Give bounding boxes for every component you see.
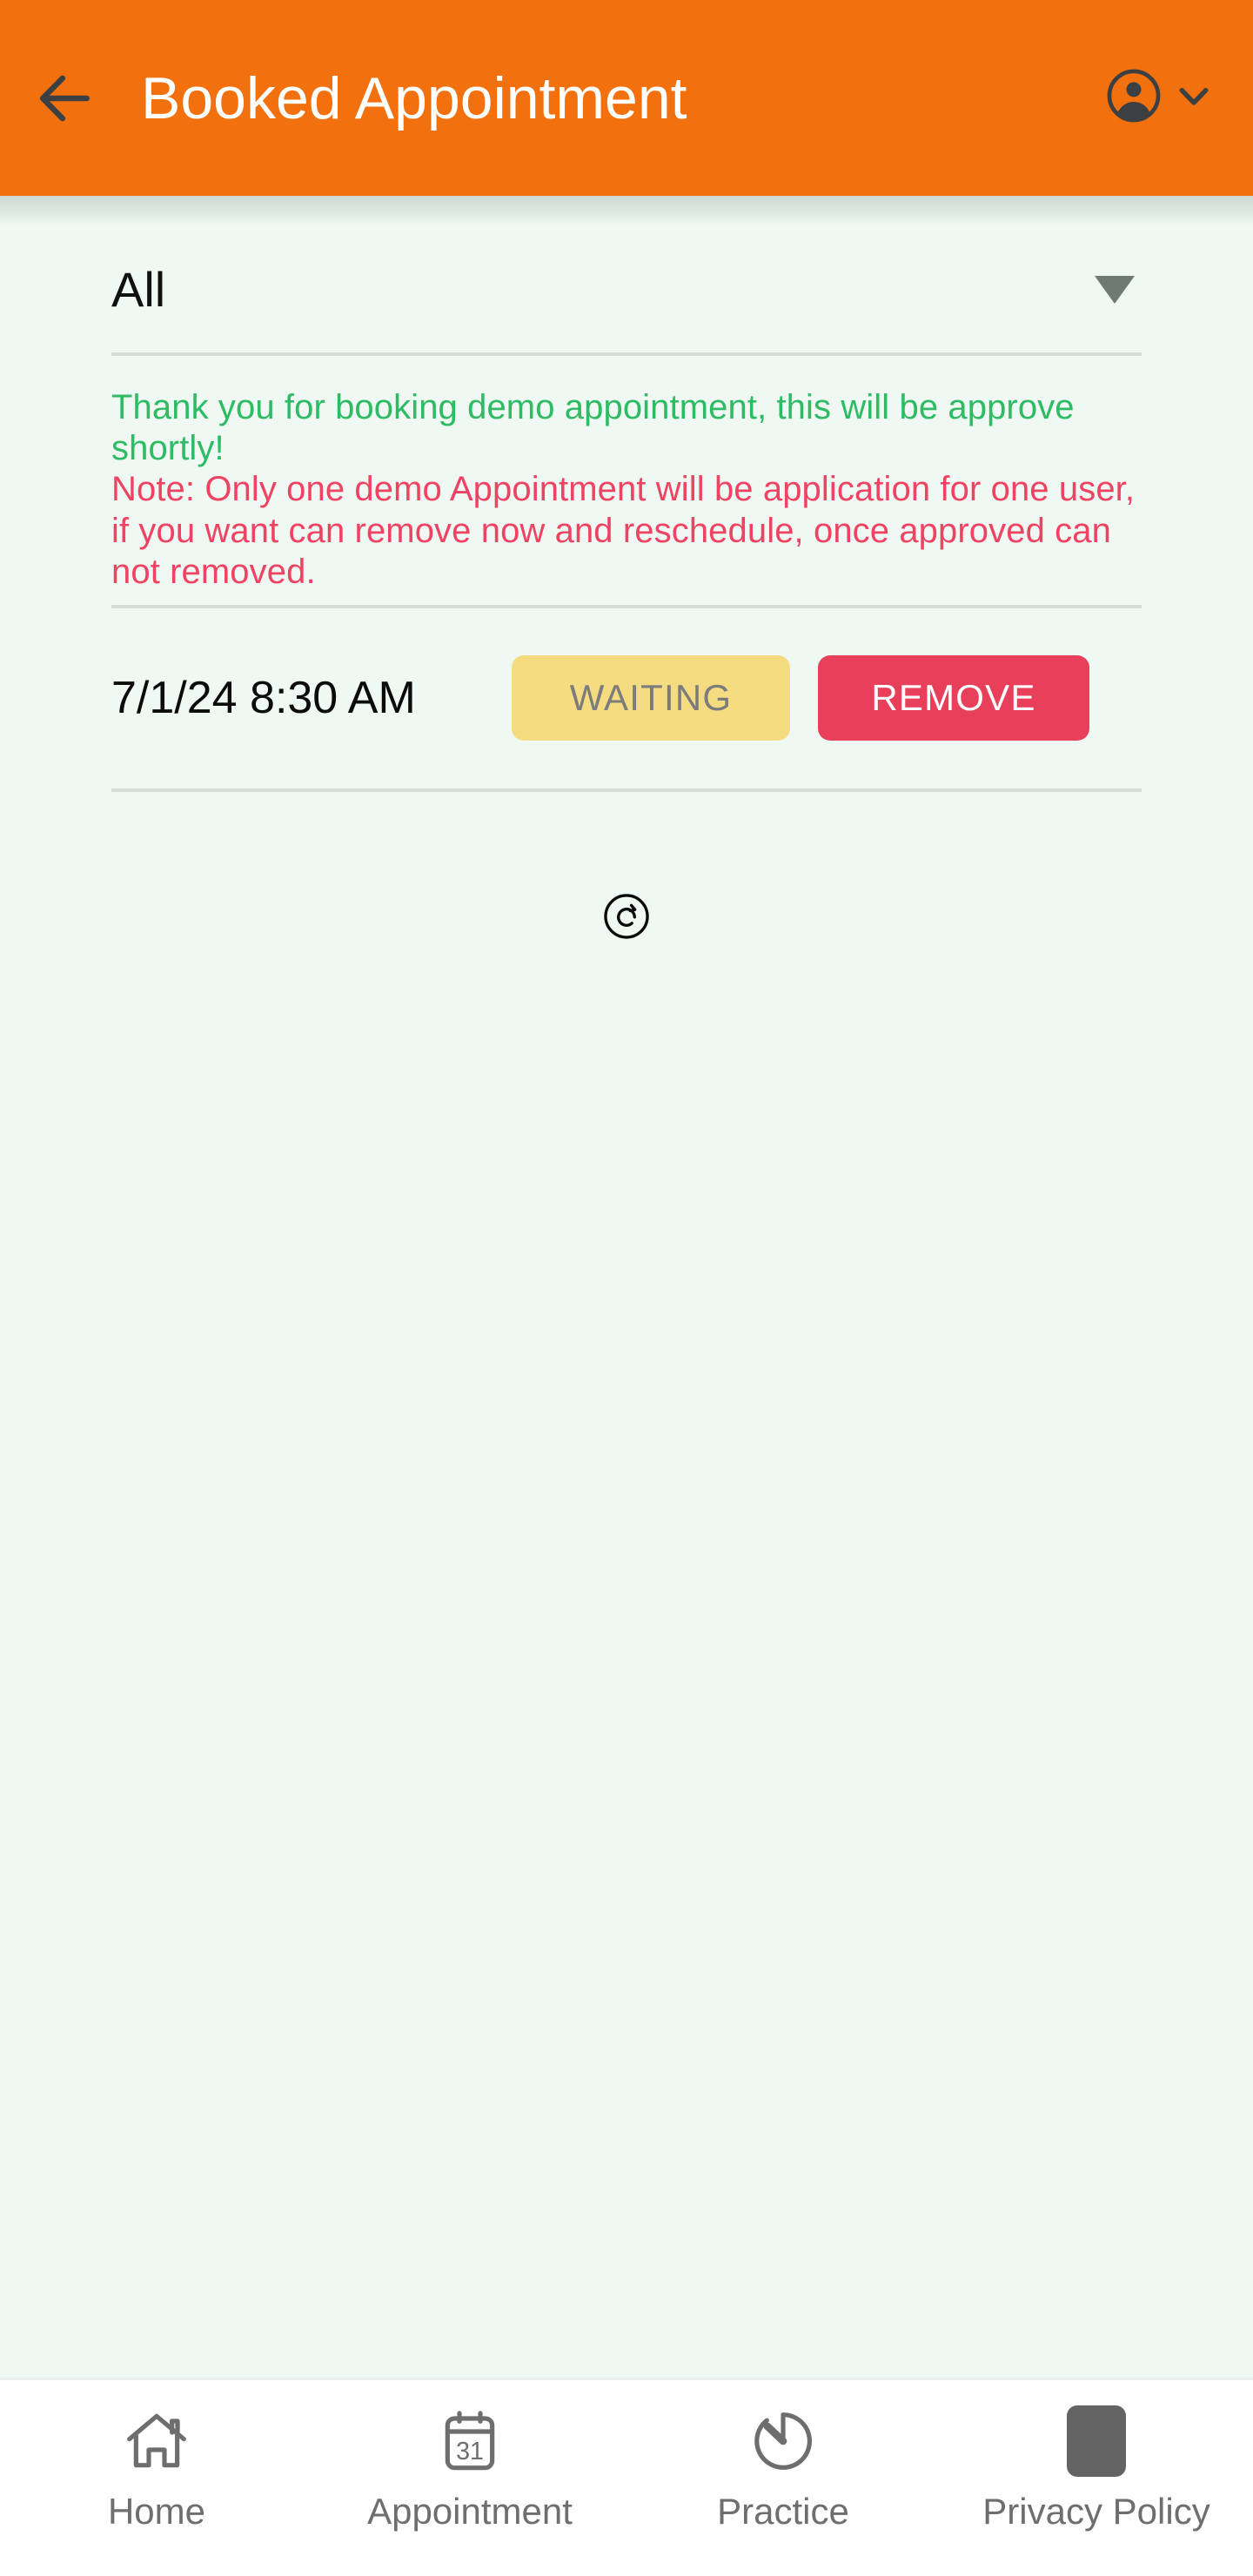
page-title: Booked Appointment: [141, 64, 687, 131]
back-button[interactable]: [0, 0, 131, 196]
app-bar: Booked Appointment: [0, 0, 1253, 225]
appointment-datetime: 7/1/24 8:30 AM: [111, 673, 416, 724]
status-badge-waiting[interactable]: WAITING: [512, 655, 790, 741]
filter-selected-value: All: [111, 262, 166, 317]
note-message: Note: Only one demo Appointment will be …: [111, 470, 1136, 591]
refresh-area: [111, 792, 1142, 957]
nav-label-practice: Practice: [717, 2491, 849, 2532]
nav-item-privacy-policy[interactable]: Privacy Policy: [940, 2401, 1253, 2530]
nav-label-home: Home: [107, 2491, 206, 2532]
account-circle-icon: [1105, 67, 1163, 129]
main-content: All Thank you for booking demo appointme…: [0, 196, 1253, 2378]
refresh-circle-icon: [600, 889, 653, 946]
document-square-icon: [1067, 2401, 1126, 2481]
app-screen: Booked Appointment All Thank you for boo…: [0, 0, 1253, 2576]
appointment-actions: WAITING REMOVE: [512, 655, 1089, 741]
home-icon: [122, 2401, 191, 2481]
messages-block: Thank you for booking demo appointment, …: [111, 356, 1142, 605]
svg-text:31: 31: [456, 2438, 484, 2465]
success-message: Thank you for booking demo appointment, …: [111, 388, 1075, 468]
remove-button[interactable]: REMOVE: [818, 655, 1089, 741]
nav-item-appointment[interactable]: 31 Appointment: [313, 2401, 626, 2530]
caret-down-icon: [1095, 276, 1135, 304]
bottom-navigation: Home 31 Appointment Practice Privacy Pol…: [0, 2378, 1253, 2576]
refresh-button[interactable]: [587, 879, 666, 957]
appointment-row: 7/1/24 8:30 AM WAITING REMOVE: [111, 608, 1142, 788]
arrow-left-icon: [33, 66, 97, 131]
timer-icon: [748, 2401, 818, 2481]
chevron-down-icon: [1168, 70, 1220, 126]
nav-item-home[interactable]: Home: [0, 2401, 313, 2530]
nav-label-appointment: Appointment: [367, 2491, 573, 2532]
nav-label-privacy-policy: Privacy Policy: [982, 2491, 1210, 2532]
account-menu-button[interactable]: [1105, 0, 1220, 196]
appointment-filter-select[interactable]: All: [111, 196, 1142, 352]
nav-item-practice[interactable]: Practice: [626, 2401, 940, 2530]
calendar-31-icon: 31: [435, 2401, 505, 2481]
